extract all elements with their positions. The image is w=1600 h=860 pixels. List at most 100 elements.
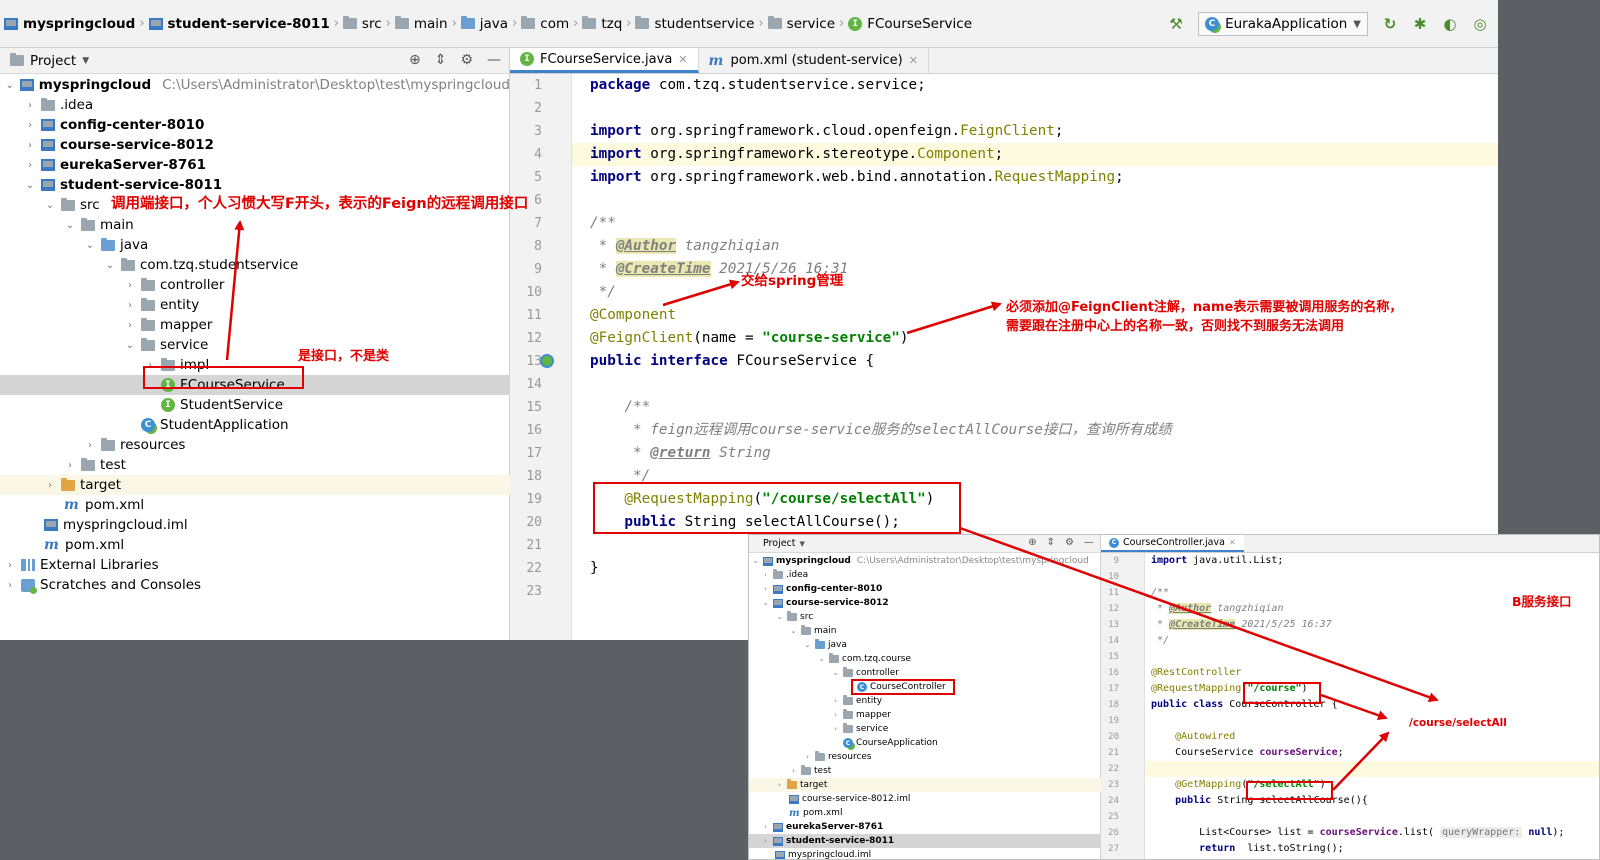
tree-item-studentapplication[interactable]: C StudentApplication xyxy=(0,415,510,435)
crumb-module[interactable]: student-service-8011 xyxy=(145,16,334,32)
tree-item-entity[interactable]: › entity xyxy=(0,295,510,315)
tree-item-java[interactable]: ⌄ java xyxy=(0,235,510,255)
inset-tree-item[interactable]: myspringcloud.iml xyxy=(749,848,1101,859)
chevron-down-icon[interactable]: ⌄ xyxy=(831,669,840,677)
collapse-all-icon[interactable]: ⇕ xyxy=(435,52,447,68)
collapse-all-icon[interactable]: ⇕ xyxy=(1047,537,1055,548)
chevron-right-icon[interactable]: › xyxy=(831,725,840,733)
inset-tree-item[interactable]: › eurekaServer-8761 xyxy=(749,820,1101,834)
inset-tree-item[interactable]: C CourseApplication xyxy=(749,736,1101,750)
chevron-down-icon[interactable]: ⌄ xyxy=(761,599,770,607)
chevron-right-icon[interactable]: › xyxy=(44,480,56,491)
tree-item-external-libraries[interactable]: › External Libraries xyxy=(0,555,510,575)
tab-fcourseservice[interactable]: I FCourseService.java ✕ xyxy=(510,48,699,73)
chevron-right-icon[interactable]: › xyxy=(789,767,798,775)
crumb-tzq[interactable]: tzq xyxy=(578,16,626,32)
inset-tab-coursecontroller[interactable]: C CourseController.java ✕ xyxy=(1101,535,1244,552)
chevron-down-icon[interactable]: ⌄ xyxy=(803,641,812,649)
gear-icon[interactable]: ⚙ xyxy=(460,52,473,68)
profile-icon[interactable]: ◎ xyxy=(1472,15,1488,33)
chevron-right-icon[interactable]: › xyxy=(4,560,16,571)
inset-tree-item[interactable]: › student-service-8011 xyxy=(749,834,1101,848)
inset-tree-item[interactable]: › test xyxy=(749,764,1101,778)
chevron-right-icon[interactable]: › xyxy=(803,753,812,761)
chevron-right-icon[interactable]: › xyxy=(761,585,770,593)
chevron-right-icon[interactable]: › xyxy=(831,711,840,719)
tree-item-scratches[interactable]: › Scratches and Consoles xyxy=(0,575,510,595)
tree-item-iml[interactable]: myspringcloud.iml xyxy=(0,515,510,535)
inset-tree-item[interactable]: ⌄ controller xyxy=(749,666,1101,680)
inset-tree-item[interactable]: m pom.xml xyxy=(749,806,1101,820)
chevron-right-icon[interactable]: › xyxy=(761,837,770,845)
tree-item-studentservice[interactable]: I StudentService xyxy=(0,395,510,415)
tab-pom[interactable]: m pom.xml (student-service) ✕ xyxy=(699,48,929,73)
chevron-right-icon[interactable]: › xyxy=(124,300,136,311)
chevron-right-icon[interactable]: › xyxy=(761,823,770,831)
chevron-right-icon[interactable]: › xyxy=(24,120,36,131)
chevron-down-icon[interactable]: ⌄ xyxy=(24,180,36,191)
chevron-right-icon[interactable]: › xyxy=(4,580,16,591)
chevron-down-icon[interactable]: ⌄ xyxy=(84,240,96,251)
chevron-down-icon[interactable]: ▼ xyxy=(800,540,805,548)
inset-tree-item[interactable]: › target xyxy=(749,778,1101,792)
chevron-down-icon[interactable]: ⌄ xyxy=(817,655,826,663)
crumb-fcourseservice[interactable]: I FCourseService xyxy=(844,16,976,32)
crumb-service[interactable]: service xyxy=(764,16,839,32)
tree-item-package[interactable]: ⌄ com.tzq.studentservice xyxy=(0,255,510,275)
spring-bean-gutter-icon[interactable] xyxy=(540,354,554,368)
chevron-right-icon[interactable]: › xyxy=(24,140,36,151)
inset-tree-item[interactable]: › service xyxy=(749,722,1101,736)
debug-bug-icon[interactable]: ✱ xyxy=(1412,15,1428,33)
chevron-right-icon[interactable]: › xyxy=(24,100,36,111)
coverage-icon[interactable]: ◐ xyxy=(1442,15,1458,33)
inset-tree-item[interactable]: ⌄ myspringcloud C:\Users\Administrator\Des… xyxy=(749,554,1101,568)
chevron-down-icon[interactable]: ⌄ xyxy=(44,200,56,211)
inset-tree-item[interactable]: ⌄ java xyxy=(749,638,1101,652)
chevron-right-icon[interactable]: › xyxy=(64,460,76,471)
chevron-down-icon[interactable]: ▼ xyxy=(82,56,89,66)
crumb-main[interactable]: main xyxy=(391,16,452,32)
tree-item-resources[interactable]: › resources xyxy=(0,435,510,455)
crumb-src[interactable]: src xyxy=(339,16,386,32)
locate-target-icon[interactable]: ⊕ xyxy=(409,52,421,68)
crumb-project[interactable]: myspringcloud xyxy=(0,16,139,32)
tree-item-config-center[interactable]: › config-center-8010 xyxy=(0,115,510,135)
inset-tree-item[interactable]: › .idea xyxy=(749,568,1101,582)
inset-tree-item[interactable]: ⌄ src xyxy=(749,610,1101,624)
crumb-java[interactable]: java xyxy=(457,16,512,32)
inset-tree-item[interactable]: › config-center-8010 xyxy=(749,582,1101,596)
inset-tree-item[interactable]: ⌄ course-service-8012 xyxy=(749,596,1101,610)
tree-item-mapper[interactable]: › mapper xyxy=(0,315,510,335)
tree-item-idea[interactable]: › .idea xyxy=(0,95,510,115)
chevron-down-icon[interactable]: ⌄ xyxy=(104,260,116,271)
chevron-down-icon[interactable]: ⌄ xyxy=(751,557,760,565)
tree-item-pom-root[interactable]: m pom.xml xyxy=(0,535,510,555)
inset-tree-item[interactable]: course-service-8012.iml xyxy=(749,792,1101,806)
tree-item-test[interactable]: › test xyxy=(0,455,510,475)
close-icon[interactable]: ✕ xyxy=(909,54,918,67)
inset-tree-item[interactable]: ⌄ com.tzq.course xyxy=(749,652,1101,666)
inset-tree-item[interactable]: › resources xyxy=(749,750,1101,764)
minimize-icon[interactable]: — xyxy=(487,52,501,68)
project-view-selector[interactable]: Project xyxy=(30,53,76,69)
tree-item-eurekaserver[interactable]: › eurekaServer-8761 xyxy=(0,155,510,175)
chevron-down-icon[interactable]: ⌄ xyxy=(789,627,798,635)
close-icon[interactable]: ✕ xyxy=(1229,538,1236,547)
locate-target-icon[interactable]: ⊕ xyxy=(1028,537,1036,548)
tree-item-main[interactable]: ⌄ main xyxy=(0,215,510,235)
chevron-right-icon[interactable]: › xyxy=(124,320,136,331)
chevron-down-icon[interactable]: ⌄ xyxy=(4,80,15,91)
crumb-com[interactable]: com xyxy=(517,16,573,32)
close-icon[interactable]: ✕ xyxy=(678,53,687,66)
chevron-down-icon[interactable]: ⌄ xyxy=(124,340,136,351)
chevron-down-icon[interactable]: ⌄ xyxy=(775,613,784,621)
tree-item-myspringcloud[interactable]: ⌄ myspringcloud C:\Users\Administrator\Des… xyxy=(0,75,510,95)
rerun-icon[interactable]: ↻ xyxy=(1382,15,1398,33)
minimize-icon[interactable]: — xyxy=(1084,537,1094,548)
inset-project-view-selector[interactable]: Project xyxy=(763,538,796,549)
inset-tree-item[interactable]: ⌄ main xyxy=(749,624,1101,638)
chevron-right-icon[interactable]: › xyxy=(84,440,96,451)
hammer-build-icon[interactable]: ⚒ xyxy=(1168,15,1184,33)
tree-item-target[interactable]: › target xyxy=(0,475,510,495)
gear-icon[interactable]: ⚙ xyxy=(1065,537,1074,548)
